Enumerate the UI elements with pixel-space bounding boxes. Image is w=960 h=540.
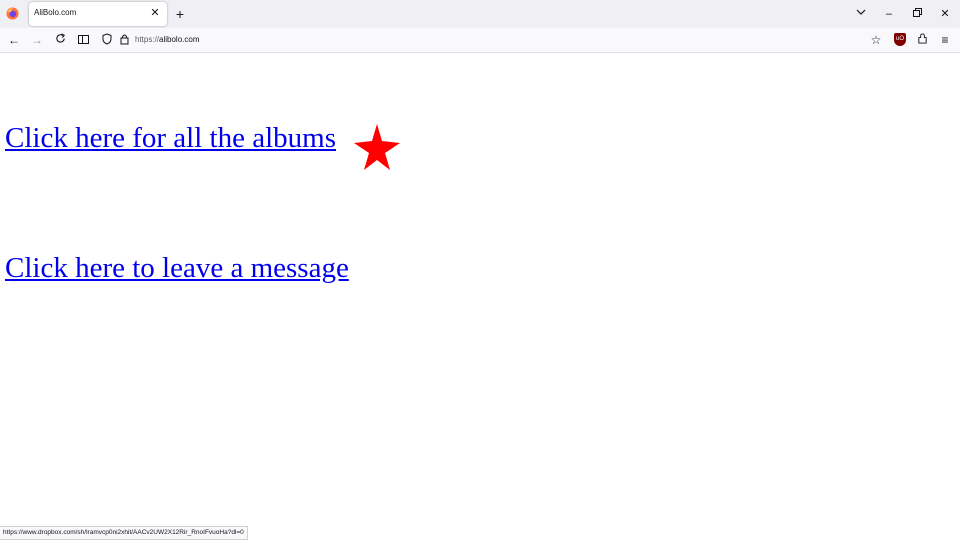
- url-host: alibolo.com: [159, 35, 200, 44]
- url-scheme: https://: [135, 35, 160, 44]
- address-bar[interactable]: https://alibolo.com: [96, 30, 886, 50]
- bookmark-star-icon[interactable]: ☆: [867, 31, 885, 49]
- hamburger-menu-icon[interactable]: ≡: [936, 31, 954, 49]
- red-star-icon: [354, 124, 400, 170]
- tab-title: AliBolo.com: [34, 8, 77, 17]
- message-link[interactable]: Click here to leave a message: [5, 252, 349, 285]
- close-window-button[interactable]: ✕: [936, 5, 954, 23]
- firefox-logo-icon: [6, 7, 19, 20]
- albums-link[interactable]: Click here for all the albums: [5, 122, 336, 155]
- new-tab-button[interactable]: +: [172, 6, 188, 22]
- tab-bar: AliBolo.com ✕ + – ✕: [0, 0, 960, 28]
- forward-arrow-icon[interactable]: →: [28, 31, 46, 49]
- minimize-button[interactable]: –: [880, 5, 898, 23]
- ublock-origin-icon[interactable]: uO: [894, 33, 906, 46]
- extensions-icon[interactable]: [913, 31, 931, 49]
- list-all-tabs-chevron-down-icon[interactable]: [852, 5, 870, 23]
- navigation-bar: ← → https://alibolo.com ☆ uO ≡: [0, 28, 960, 53]
- restore-button[interactable]: [908, 5, 926, 23]
- url-text[interactable]: https://alibolo.com: [135, 35, 199, 44]
- lock-icon[interactable]: [120, 32, 129, 50]
- tab-alibolo[interactable]: AliBolo.com ✕: [29, 2, 167, 26]
- reload-icon[interactable]: [51, 31, 69, 49]
- reader-view-icon[interactable]: [74, 31, 92, 49]
- tracking-protection-shield-icon[interactable]: [102, 32, 112, 50]
- back-arrow-icon[interactable]: ←: [5, 31, 23, 49]
- status-bar-url: https://www.dropbox.com/sh/lramvcp0ni2xh…: [0, 526, 248, 540]
- close-icon[interactable]: ✕: [147, 5, 163, 21]
